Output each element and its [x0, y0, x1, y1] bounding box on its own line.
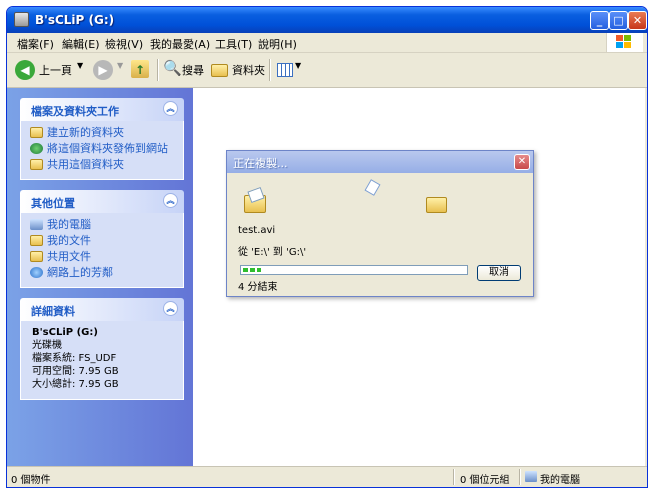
dialog-title-bar[interactable]: 正在複製... ✕ [227, 151, 533, 173]
collapse-chevron-icon[interactable]: ︽ [163, 101, 178, 116]
other-places-panel: 其他位置 ︽ 我的電腦 我的文件 共用文件 網路上的芳鄰 [20, 190, 184, 288]
panel-header[interactable]: 檔案及資料夾工作 ︽ [20, 98, 184, 121]
copy-progress-dialog: 正在複製... ✕ test.avi 從 'E:\' 到 'G:\' 取消 4 … [226, 150, 534, 297]
copy-route: 從 'E:\' 到 'G:\' [238, 247, 307, 258]
detail-filesystem: 檔案系統: FS_UDF [32, 353, 117, 364]
search-button-label[interactable]: 搜尋 [182, 62, 204, 78]
minimize-button[interactable]: _ [590, 11, 609, 30]
collapse-chevron-icon[interactable]: ︽ [163, 301, 178, 316]
status-object-count: 0 個物件 [11, 475, 51, 486]
status-divider [453, 469, 455, 485]
menu-edit[interactable]: 編輯(E) [62, 36, 100, 52]
panel-header[interactable]: 其他位置 ︽ [20, 190, 184, 213]
windows-logo [606, 33, 643, 52]
detail-type: 光碟機 [32, 340, 62, 351]
progress-fill [243, 268, 261, 272]
views-dropdown-icon[interactable]: ▼ [295, 61, 301, 70]
folders-button-label[interactable]: 資料夾 [232, 62, 265, 78]
place-my-documents[interactable]: 我的文件 [21, 233, 183, 249]
toolbar-separator [157, 59, 159, 81]
place-network[interactable]: 網路上的芳鄰 [21, 265, 183, 281]
panel-title: 檔案及資料夾工作 [31, 105, 119, 118]
back-arrow-icon[interactable]: ◀ [15, 60, 35, 80]
detail-name: B'sCLiP (G:) [32, 327, 98, 338]
task-share-folder[interactable]: 共用這個資料夾 [21, 157, 183, 173]
file-folder-tasks-panel: 檔案及資料夾工作 ︽ 建立新的資料夾 將這個資料夾發佈到網站 共用這個資料夾 [20, 98, 184, 180]
moving-document-icon [364, 179, 381, 196]
window-title: B'sCLiP (G:) [35, 13, 115, 27]
copy-filename: test.avi [238, 225, 276, 236]
cancel-button[interactable]: 取消 [477, 265, 521, 281]
status-divider [519, 469, 521, 485]
views-icon[interactable] [277, 63, 293, 77]
detail-total-size: 大小總計: 7.95 GB [32, 379, 119, 390]
share-folder-icon [30, 159, 43, 170]
forward-dropdown-icon[interactable]: ▼ [117, 61, 123, 70]
forward-arrow-icon[interactable]: ▶ [93, 60, 113, 80]
computer-icon [525, 471, 537, 482]
shared-folder-icon [30, 251, 43, 262]
windows-flag-icon [616, 35, 632, 50]
back-button-label[interactable]: 上一頁 [39, 62, 72, 78]
place-my-computer[interactable]: 我的電腦 [21, 217, 183, 233]
dialog-title: 正在複製... [233, 157, 288, 170]
copy-progress-bar [240, 265, 468, 275]
drive-icon [14, 12, 29, 27]
menu-favorites[interactable]: 我的最愛(A) [150, 36, 210, 52]
close-button[interactable]: ✕ [628, 11, 647, 30]
folders-icon[interactable] [211, 64, 228, 77]
task-publish-web[interactable]: 將這個資料夾發佈到網站 [21, 141, 183, 157]
place-shared-documents[interactable]: 共用文件 [21, 249, 183, 265]
destination-folder-icon [426, 197, 447, 213]
new-folder-icon [30, 127, 43, 138]
network-icon [30, 267, 43, 278]
time-remaining: 4 分結束 [238, 282, 278, 293]
status-size: 0 個位元組 [460, 475, 510, 486]
menu-file[interactable]: 檔案(F) [17, 36, 54, 52]
menu-bar: 檔案(F) 編輯(E) 檢視(V) 我的最愛(A) 工具(T) 說明(H) [7, 33, 647, 53]
task-new-folder[interactable]: 建立新的資料夾 [21, 125, 183, 141]
status-bar: 0 個物件 0 個位元組 我的電腦 [7, 466, 647, 487]
dialog-close-button[interactable]: ✕ [514, 154, 530, 170]
documents-folder-icon [30, 235, 43, 246]
title-bar[interactable]: B'sCLiP (G:) _ □ ✕ [7, 7, 647, 33]
panel-title: 詳細資料 [31, 305, 75, 318]
task-pane: 檔案及資料夾工作 ︽ 建立新的資料夾 將這個資料夾發佈到網站 共用這個資料夾 其… [7, 88, 193, 466]
globe-icon [30, 143, 43, 154]
collapse-chevron-icon[interactable]: ︽ [163, 193, 178, 208]
status-location: 我的電腦 [540, 475, 580, 486]
search-icon[interactable]: 🔍 [163, 59, 182, 77]
menu-view[interactable]: 檢視(V) [105, 36, 143, 52]
back-dropdown-icon[interactable]: ▼ [77, 61, 83, 70]
toolbar-separator [269, 59, 271, 81]
detail-free-space: 可用空間: 7.95 GB [32, 366, 119, 377]
menu-tools[interactable]: 工具(T) [215, 36, 252, 52]
details-panel: 詳細資料 ︽ B'sCLiP (G:) 光碟機 檔案系統: FS_UDF 可用空… [20, 298, 184, 400]
up-folder-icon[interactable]: ↑ [131, 60, 149, 78]
toolbar: ◀ 上一頁 ▼ ▶ ▼ ↑ 🔍 搜尋 資料夾 ▼ [7, 53, 647, 88]
maximize-button[interactable]: □ [609, 11, 628, 30]
computer-icon [30, 219, 43, 230]
panel-title: 其他位置 [31, 197, 75, 210]
menu-help[interactable]: 說明(H) [258, 36, 297, 52]
panel-header[interactable]: 詳細資料 ︽ [20, 298, 184, 321]
